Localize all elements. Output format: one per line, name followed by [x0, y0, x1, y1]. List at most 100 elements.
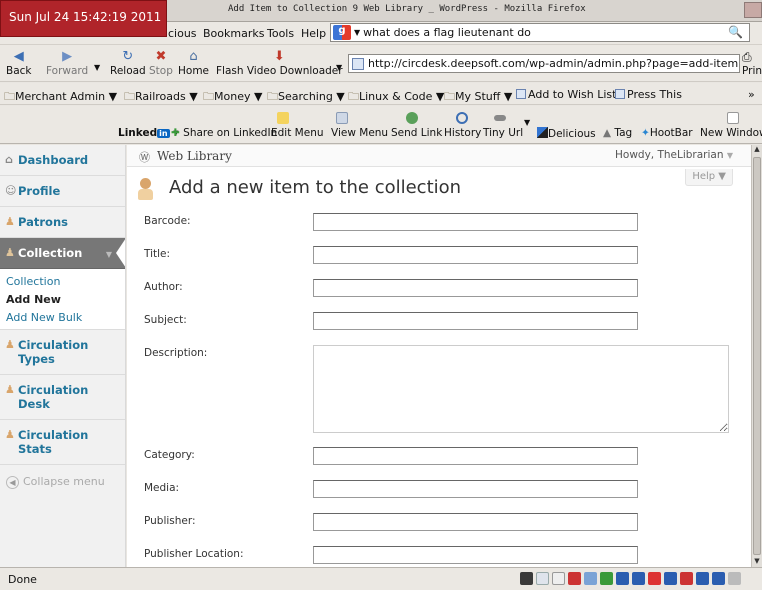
scrollbar-thumb[interactable] — [753, 157, 761, 555]
addon-icon[interactable] — [568, 572, 581, 585]
new-window-button[interactable]: New Window — [700, 127, 762, 139]
scroll-up-icon[interactable]: ▲ — [752, 145, 762, 155]
submenu-collection[interactable]: Collection — [0, 273, 125, 291]
description-label: Description: — [144, 347, 208, 359]
sidebar-item-circulation-desk[interactable]: ♟ Circulation Desk — [0, 375, 125, 420]
category-label: Category: — [144, 449, 195, 461]
main-content: Ⓦ Web Library Howdy, TheLibrarian ▼ Help… — [127, 145, 751, 567]
sidebar-item-circulation-types[interactable]: ♟ Circulation Types — [0, 330, 125, 375]
share-on-linkedin-button[interactable]: ✚ Share on LinkedIn — [171, 127, 277, 139]
submenu-add-new-bulk[interactable]: Add New Bulk — [0, 309, 125, 327]
author-label: Author: — [144, 281, 183, 293]
addon-icon[interactable] — [536, 572, 549, 585]
url-input[interactable]: http://circdesk.deepsoft.com/wp-admin/ad… — [348, 54, 740, 73]
addon-icon[interactable] — [632, 572, 645, 585]
sidebar-item-dashboard[interactable]: ⌂ Dashboard — [0, 145, 125, 176]
author-field[interactable] — [313, 279, 638, 297]
collection-icon: ♟ — [5, 246, 15, 259]
folder-icon: 🗀 — [4, 90, 15, 103]
addon-icon[interactable] — [680, 572, 693, 585]
addon-icon[interactable] — [584, 572, 597, 585]
send-link-icon — [406, 112, 418, 124]
tag-button[interactable]: ▲ Tag — [603, 127, 632, 139]
help-tab[interactable]: Help ▼ — [685, 169, 733, 186]
addon-icon[interactable] — [728, 572, 741, 585]
publisher-field[interactable] — [313, 513, 638, 531]
flash-video-downloader-button[interactable]: ⬇ Flash Video Downloader — [216, 49, 343, 77]
collection-submenu: Collection Add New Add New Bulk — [0, 269, 125, 330]
wordpress-logo-icon[interactable]: Ⓦ — [139, 149, 150, 165]
media-label: Media: — [144, 482, 180, 494]
tiny-url-button[interactable]: Tiny Url — [483, 127, 523, 139]
bookmark-searching[interactable]: 🗀Searching ▼ — [267, 88, 345, 107]
bookmark-merchant-admin[interactable]: 🗀Merchant Admin ▼ — [4, 88, 117, 107]
subject-label: Subject: — [144, 314, 187, 326]
delicious-button[interactable]: Delicious — [537, 127, 596, 140]
google-icon[interactable]: g — [333, 25, 351, 40]
subject-field[interactable] — [313, 312, 638, 330]
menu-help[interactable]: Help — [301, 27, 326, 40]
linkedin-icon: in — [157, 129, 170, 138]
scroll-down-icon[interactable]: ▼ — [752, 557, 762, 567]
window-controls[interactable] — [744, 2, 762, 18]
home-button[interactable]: ⌂ Home — [178, 49, 209, 77]
publisher-location-field[interactable] — [313, 546, 638, 564]
edit-menu-button[interactable]: Edit Menu — [271, 127, 324, 139]
menu-bookmarks[interactable]: Bookmarks — [203, 27, 264, 40]
vertical-scrollbar[interactable]: ▲ ▼ — [751, 145, 762, 567]
profile-icon: ☺ — [5, 184, 17, 197]
collapse-menu-button[interactable]: ◀ Collapse menu — [0, 465, 125, 499]
linkedin-button[interactable]: Linked in ▾ — [118, 127, 178, 139]
sidebar-item-circulation-stats[interactable]: ♟ Circulation Stats — [0, 420, 125, 465]
submenu-add-new[interactable]: Add New — [0, 291, 125, 309]
addon-icon[interactable] — [616, 572, 629, 585]
title-field[interactable] — [313, 246, 638, 264]
menu-tools[interactable]: Tools — [267, 27, 294, 40]
print-button[interactable]: ⎙ Print — [742, 49, 762, 77]
bookmark-add-to-wish-list[interactable]: Add to Wish List — [516, 88, 616, 101]
back-button[interactable]: ◀ Back — [6, 49, 32, 77]
circulation-desk-icon: ♟ — [5, 383, 15, 396]
hootbar-button[interactable]: ✦HootBar — [641, 127, 693, 139]
site-name[interactable]: Web Library — [157, 149, 232, 163]
site-favicon-icon — [352, 57, 364, 70]
bookmarks-toolbar: 🗀Merchant Admin ▼ 🗀Railroads ▼ 🗀Money ▼ … — [0, 83, 762, 105]
flash-dropdown-icon[interactable]: ▼ — [336, 63, 342, 72]
menu-history[interactable]: cious — [168, 27, 197, 40]
history-dropdown-icon[interactable]: ▼ — [94, 63, 100, 72]
bookmark-my-stuff[interactable]: 🗀My Stuff ▼ — [444, 88, 512, 107]
stop-button[interactable]: ✖ Stop — [149, 49, 173, 77]
sidebar-item-patrons[interactable]: ♟ Patrons — [0, 207, 125, 238]
download-icon: ⬇ — [273, 49, 285, 64]
bookmark-linux-code[interactable]: 🗀Linux & Code ▼ — [348, 88, 444, 107]
addon-icon[interactable] — [648, 572, 661, 585]
send-link-button[interactable]: Send Link — [391, 127, 442, 139]
search-input[interactable]: g ▼ what does a flag lieutenant do 🔍 — [330, 23, 750, 42]
wp-header: Ⓦ Web Library Howdy, TheLibrarian ▼ — [127, 145, 751, 167]
addon-icon[interactable] — [600, 572, 613, 585]
bookmark-press-this[interactable]: Press This — [615, 88, 682, 101]
dropdown-arrow-icon[interactable]: ▼ — [354, 28, 360, 37]
bookmark-money[interactable]: 🗀Money ▼ — [203, 88, 262, 107]
sidebar-item-collection[interactable]: ♟ Collection ▼ — [0, 238, 125, 269]
bookmark-railroads[interactable]: 🗀Railroads ▼ — [124, 88, 198, 107]
sidebar-item-profile[interactable]: ☺ Profile — [0, 176, 125, 207]
barcode-field[interactable] — [313, 213, 638, 231]
forward-button[interactable]: ▶ Forward — [46, 49, 88, 77]
addon-icon[interactable] — [520, 572, 533, 585]
description-field[interactable] — [313, 345, 729, 433]
reload-button[interactable]: ↻ Reload — [110, 49, 146, 77]
history-button[interactable]: History — [444, 127, 481, 139]
mail-icon[interactable] — [552, 572, 565, 585]
addon-icon[interactable] — [664, 572, 677, 585]
addon-icon[interactable] — [712, 572, 725, 585]
howdy-user-menu[interactable]: Howdy, TheLibrarian ▼ — [615, 149, 733, 161]
category-field[interactable] — [313, 447, 638, 465]
search-icon[interactable]: 🔍 — [728, 25, 743, 39]
tiny-url-dropdown-icon[interactable]: ▼ — [524, 118, 530, 127]
addon-icon[interactable] — [696, 572, 709, 585]
view-menu-button[interactable]: View Menu — [331, 127, 388, 139]
barcode-label: Barcode: — [144, 215, 191, 227]
media-field[interactable] — [313, 480, 638, 498]
bookmarks-overflow-icon[interactable]: » — [748, 88, 755, 101]
